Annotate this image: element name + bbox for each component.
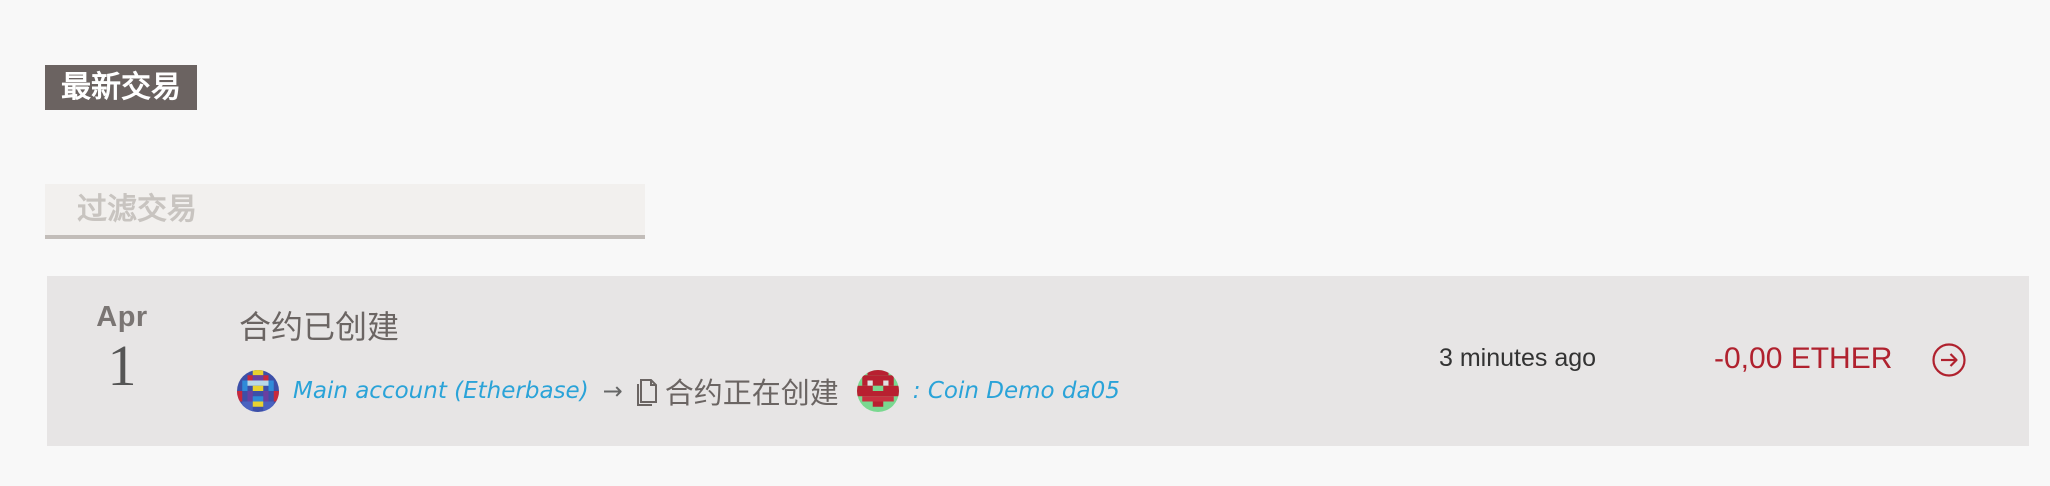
transaction-parties: Main account (Etherbase) → 合约正在创建: Coin… xyxy=(237,369,1120,413)
latest-transactions-page: 最新交易 Apr 1 合约已创建 xyxy=(0,0,2050,486)
from-account-link[interactable]: Main account (Etherbase) xyxy=(293,378,589,404)
transaction-month: Apr xyxy=(96,301,148,333)
from-account-identicon-icon xyxy=(237,370,279,412)
transaction-amount: -0,00 ETHER xyxy=(1714,342,1893,375)
contract-link[interactable]: : Coin Demo da05 xyxy=(913,378,1120,404)
filter-transactions-input[interactable] xyxy=(45,184,645,239)
transaction-date: Apr 1 xyxy=(82,301,162,396)
arrow-right-icon: → xyxy=(602,377,623,405)
transaction-row[interactable]: Apr 1 合约已创建 Main account (Etherbase) → 合… xyxy=(47,276,2029,446)
transaction-time: 3 minutes ago xyxy=(1439,344,1597,372)
section-title: 最新交易 xyxy=(45,65,197,110)
document-icon xyxy=(636,379,657,406)
transaction-day: 1 xyxy=(107,333,137,398)
transaction-title: 合约已创建 xyxy=(239,308,400,346)
contract-identicon-icon xyxy=(856,370,899,412)
arrow-circle-right-icon[interactable] xyxy=(1931,342,1967,378)
contract-creating-label: 合约正在创建 xyxy=(664,376,839,410)
